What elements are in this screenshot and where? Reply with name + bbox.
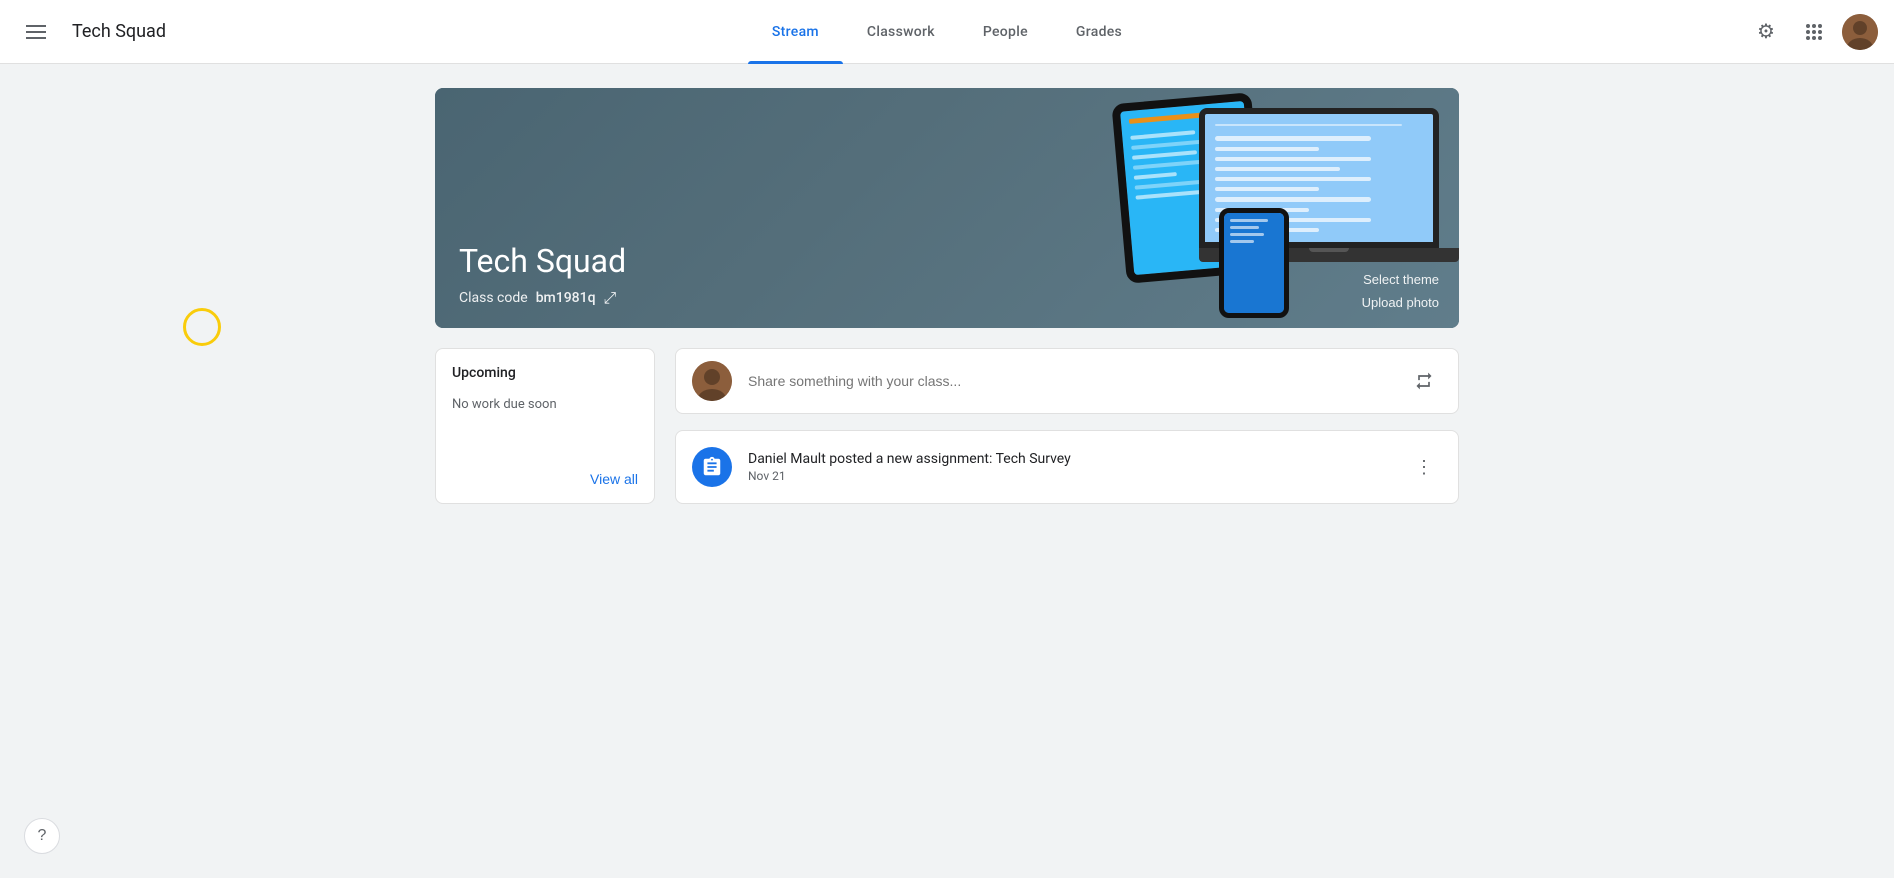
app-title: Tech Squad <box>72 21 166 42</box>
phone-device <box>1219 208 1289 318</box>
share-avatar-image <box>692 361 732 401</box>
expand-icon[interactable]: ⤢ <box>604 288 617 308</box>
tab-people[interactable]: People <box>959 0 1052 64</box>
hamburger-icon <box>18 17 54 47</box>
gear-icon: ⚙ <box>1757 19 1775 44</box>
assignment-icon <box>692 447 732 487</box>
grid-icon <box>1806 24 1822 40</box>
more-options-button[interactable]: ⋮ <box>1406 449 1442 485</box>
avatar-image <box>1842 14 1878 50</box>
upcoming-title: Upcoming <box>452 365 638 381</box>
share-input[interactable] <box>748 365 1390 397</box>
class-banner: Tech Squad Class code bm1981q ⤢ Select t… <box>435 88 1459 328</box>
more-options-icon: ⋮ <box>1415 457 1433 478</box>
main-content: Tech Squad Class code bm1981q ⤢ Select t… <box>0 64 1894 878</box>
upload-photo-button[interactable]: Upload photo <box>1362 293 1439 312</box>
assignment-card: Daniel Mault posted a new assignment: Te… <box>675 430 1459 504</box>
upcoming-card: Upcoming No work due soon View all <box>435 348 655 504</box>
phone-screen <box>1224 213 1284 313</box>
select-theme-button[interactable]: Select theme <box>1363 270 1439 289</box>
repost-icon[interactable] <box>1406 363 1442 399</box>
view-all-button[interactable]: View all <box>590 463 638 487</box>
share-avatar <box>692 361 732 401</box>
menu-button[interactable] <box>16 12 56 52</box>
avatar[interactable] <box>1842 14 1878 50</box>
no-work-text: No work due soon <box>452 397 638 412</box>
assignment-title: Daniel Mault posted a new assignment: Te… <box>748 451 1390 467</box>
topnav-center: Stream Classwork People Grades <box>236 0 1658 64</box>
assignment-svg <box>701 456 723 478</box>
assignment-date: Nov 21 <box>748 469 1390 483</box>
tab-grades[interactable]: Grades <box>1052 0 1146 64</box>
banner-class-code: Class code bm1981q ⤢ <box>459 288 626 308</box>
banner-content: Tech Squad Class code bm1981q ⤢ <box>459 242 626 308</box>
content-row: Upcoming No work due soon View all <box>435 348 1459 504</box>
banner-actions: Select theme Upload photo <box>1362 270 1439 312</box>
stream-area: Daniel Mault posted a new assignment: Te… <box>675 348 1459 504</box>
share-card <box>675 348 1459 414</box>
banner-class-name: Tech Squad <box>459 242 626 280</box>
assignment-content: Daniel Mault posted a new assignment: Te… <box>748 451 1390 483</box>
topnav-right: ⚙ <box>1658 12 1878 52</box>
topnav-left: Tech Squad <box>16 12 236 52</box>
tab-stream[interactable]: Stream <box>748 0 843 64</box>
help-icon: ? <box>38 827 47 845</box>
tab-classwork[interactable]: Classwork <box>843 0 959 64</box>
top-navigation: Tech Squad Stream Classwork People Grade… <box>0 0 1894 64</box>
settings-button[interactable]: ⚙ <box>1746 12 1786 52</box>
apps-button[interactable] <box>1794 12 1834 52</box>
help-button[interactable]: ? <box>24 818 60 854</box>
repost-svg <box>1414 371 1434 391</box>
